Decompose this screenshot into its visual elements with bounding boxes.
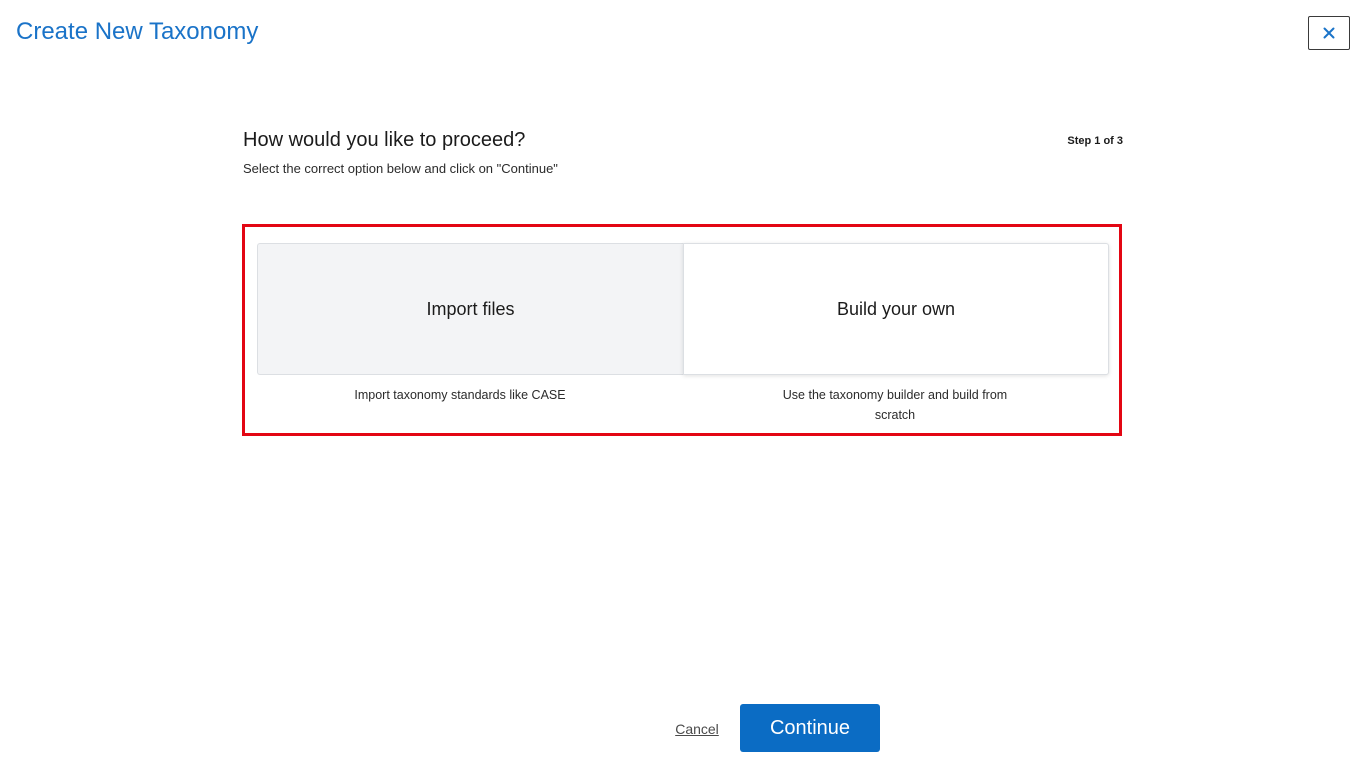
step-indicator: Step 1 of 3	[1067, 135, 1123, 147]
create-taxonomy-dialog: Create New Taxonomy How would you like t…	[0, 0, 1366, 768]
step-heading: How would you like to proceed?	[243, 129, 526, 151]
close-button[interactable]	[1308, 16, 1350, 50]
option-build-description: Use the taxonomy builder and build from …	[782, 388, 1008, 422]
step-subheading: Select the correct option below and clic…	[243, 161, 558, 176]
continue-button[interactable]: Continue	[740, 704, 880, 752]
option-import-label: Import files	[426, 298, 515, 319]
option-build-label: Build your own	[836, 298, 956, 319]
page-title: Create New Taxonomy	[16, 18, 259, 45]
cancel-link[interactable]: Cancel	[660, 720, 734, 738]
close-icon	[1323, 27, 1335, 39]
option-import-description: Import taxonomy standards like CASE	[354, 388, 566, 402]
option-build-your-own[interactable]: Build your own	[683, 243, 1109, 375]
option-import-files[interactable]: Import files	[257, 243, 683, 375]
